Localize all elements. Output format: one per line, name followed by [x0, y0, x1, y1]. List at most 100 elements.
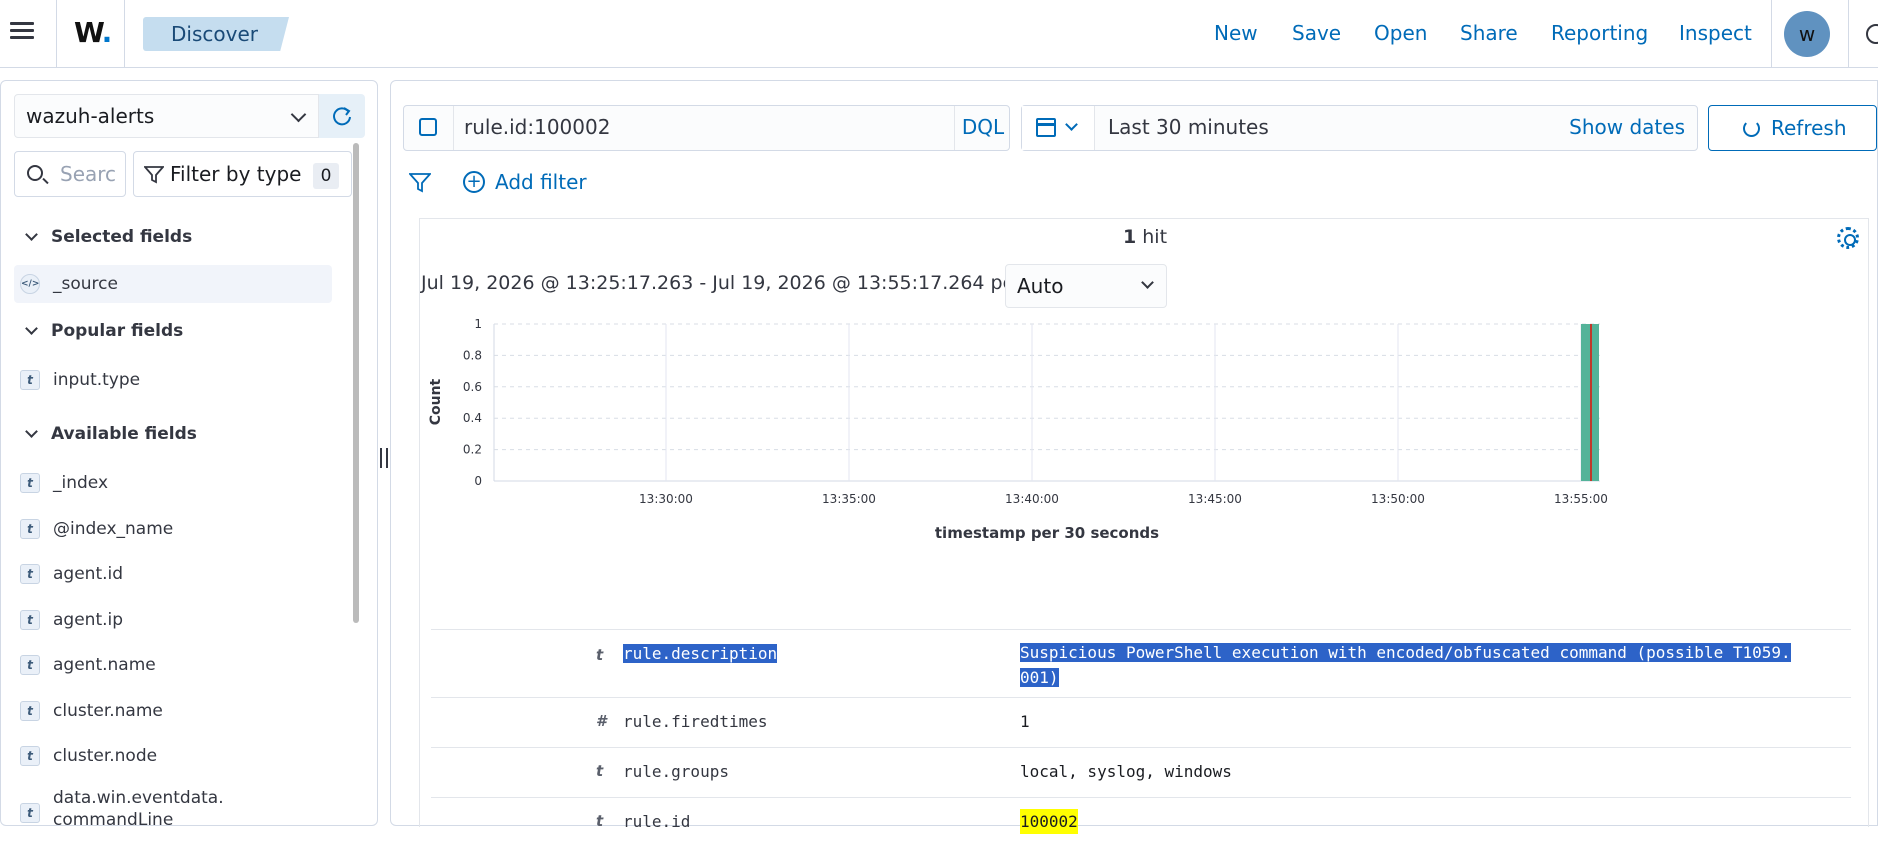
number-type-icon: # — [596, 712, 607, 730]
reporting-button[interactable]: Reporting — [1551, 18, 1648, 48]
help-icon[interactable] — [1866, 24, 1878, 44]
doc-field-key: rule.groups — [623, 762, 729, 781]
histogram-chart: 0 0.2 0.4 0.6 0.8 1 13:30:00 13:35:00 13:40:00 13… — [428, 317, 1608, 542]
string-type-icon: t — [20, 564, 40, 584]
add-filter-label: Add filter — [495, 170, 587, 194]
sidebar-resize-handle[interactable] — [380, 448, 388, 468]
refresh-button[interactable]: Refresh — [1708, 105, 1877, 151]
breadcrumb-discover[interactable]: Discover — [143, 17, 289, 51]
new-button[interactable]: New — [1214, 18, 1258, 48]
string-type-icon: t — [20, 519, 40, 539]
field-name: _source — [53, 274, 118, 294]
chevron-down-icon — [1065, 118, 1078, 131]
wazuh-logo[interactable]: W. — [74, 16, 112, 49]
doc-row-rule-description: t rule.description Suspicious PowerShell… — [431, 629, 1851, 697]
field-name: data.win.eventdata. — [53, 788, 224, 808]
field-item-cluster-name[interactable]: t cluster.name — [14, 692, 332, 730]
string-type-icon: t — [20, 803, 40, 823]
interval-select[interactable]: Auto — [1005, 264, 1167, 308]
quick-select-button[interactable] — [1022, 106, 1095, 150]
doc-field-value: 100002 — [1020, 809, 1078, 834]
chevron-down-icon — [1141, 276, 1154, 289]
refresh-index-button[interactable] — [319, 94, 365, 138]
doc-row-rule-firedtimes: # rule.firedtimes 1 — [431, 697, 1851, 747]
field-item-agent-id[interactable]: t agent.id — [14, 555, 332, 593]
field-search-input[interactable]: Searc — [14, 151, 126, 197]
share-button[interactable]: Share — [1460, 18, 1518, 48]
y-tick-label: 0.4 — [463, 411, 482, 425]
x-tick-label: 13:40:00 — [1005, 492, 1059, 506]
time-range-label[interactable]: Last 30 minutes — [1108, 106, 1269, 148]
query-language-toggle[interactable]: DQL — [954, 106, 1011, 150]
menu-icon[interactable] — [10, 18, 38, 48]
user-avatar[interactable]: w — [1784, 11, 1830, 57]
field-item-input-type[interactable]: t input.type — [14, 361, 332, 399]
search-placeholder: Searc — [60, 162, 117, 186]
filter-by-type-label: Filter by type — [170, 162, 302, 186]
string-type-icon: t — [20, 610, 40, 630]
field-name: agent.id — [53, 564, 124, 584]
show-dates-button[interactable]: Show dates — [1569, 106, 1685, 148]
header-divider — [1848, 0, 1849, 68]
doc-field-key: rule.firedtimes — [623, 712, 768, 731]
field-item-source[interactable]: </> _source — [14, 265, 332, 303]
field-name: agent.ip — [53, 610, 124, 630]
field-item-agent-name[interactable]: t agent.name — [14, 646, 332, 684]
filter-icon — [144, 166, 164, 184]
field-name: input.type — [53, 370, 141, 390]
inspect-button[interactable]: Inspect — [1679, 18, 1752, 48]
save-button[interactable]: Save — [1292, 18, 1341, 48]
chevron-down-icon — [25, 425, 38, 438]
value-line-1: Suspicious PowerShell execution with enc… — [1020, 643, 1791, 662]
field-name-continued: commandLine — [53, 810, 174, 826]
field-sidebar: wazuh-alerts Searc Filter by type 0 Sele… — [0, 80, 378, 826]
search-icon — [27, 165, 43, 181]
doc-field-key: rule.id — [623, 812, 691, 831]
section-title: Selected fields — [51, 227, 193, 247]
y-tick-label: 0.8 — [463, 348, 482, 362]
calendar-icon — [1036, 118, 1056, 137]
saved-query-button[interactable] — [404, 106, 454, 150]
filter-count-badge: 0 — [313, 163, 339, 189]
string-type-icon: t — [20, 655, 40, 675]
gear-icon[interactable] — [1837, 227, 1859, 249]
popular-fields-header[interactable]: Popular fields — [23, 319, 183, 343]
index-pattern-select[interactable]: wazuh-alerts — [14, 94, 319, 138]
filter-icon[interactable] — [409, 173, 431, 193]
chevron-down-icon — [290, 106, 307, 123]
open-button[interactable]: Open — [1374, 18, 1427, 48]
doc-field-value: Suspicious PowerShell execution with enc… — [1020, 640, 1850, 690]
field-item-index-name[interactable]: t @index_name — [14, 510, 332, 548]
x-tick-label: 13:50:00 — [1371, 492, 1425, 506]
doc-field-key: rule.description — [623, 644, 778, 663]
sidebar-scrollbar[interactable] — [353, 143, 359, 623]
string-type-icon: t — [20, 701, 40, 721]
chevron-down-icon — [25, 322, 38, 335]
y-tick-label: 0.2 — [463, 443, 482, 457]
add-filter-button[interactable]: + Add filter — [463, 167, 587, 197]
doc-field-value: local, syslog, windows — [1020, 762, 1232, 781]
date-picker[interactable]: Last 30 minutes Show dates — [1021, 105, 1698, 151]
refresh-label: Refresh — [1771, 116, 1847, 140]
available-fields-header[interactable]: Available fields — [23, 422, 197, 446]
field-item-cluster-node[interactable]: t cluster.node — [14, 737, 332, 775]
string-type-icon: t — [20, 473, 40, 493]
field-name: cluster.name — [53, 701, 163, 721]
field-item-index[interactable]: t _index — [14, 464, 332, 502]
save-query-icon — [419, 118, 437, 136]
plus-circle-icon: + — [463, 171, 485, 193]
query-bar[interactable]: rule.id:100002 DQL — [403, 105, 1010, 151]
section-title: Available fields — [51, 424, 197, 444]
chevron-down-icon — [25, 228, 38, 241]
hit-number: 1 — [1122, 226, 1137, 248]
query-input[interactable]: rule.id:100002 — [464, 106, 610, 148]
filter-by-type-button[interactable]: Filter by type 0 — [133, 151, 352, 197]
selected-fields-header[interactable]: Selected fields — [23, 225, 192, 249]
source-icon: </> — [20, 274, 40, 294]
y-tick-label: 1 — [474, 317, 482, 331]
logo-text: W — [74, 16, 103, 49]
field-item-commandline[interactable]: t data.win.eventdata. commandLine — [14, 781, 332, 826]
x-tick-label: 13:30:00 — [639, 492, 693, 506]
x-axis-title: timestamp per 30 seconds — [935, 524, 1159, 542]
field-item-agent-ip[interactable]: t agent.ip — [14, 601, 332, 639]
